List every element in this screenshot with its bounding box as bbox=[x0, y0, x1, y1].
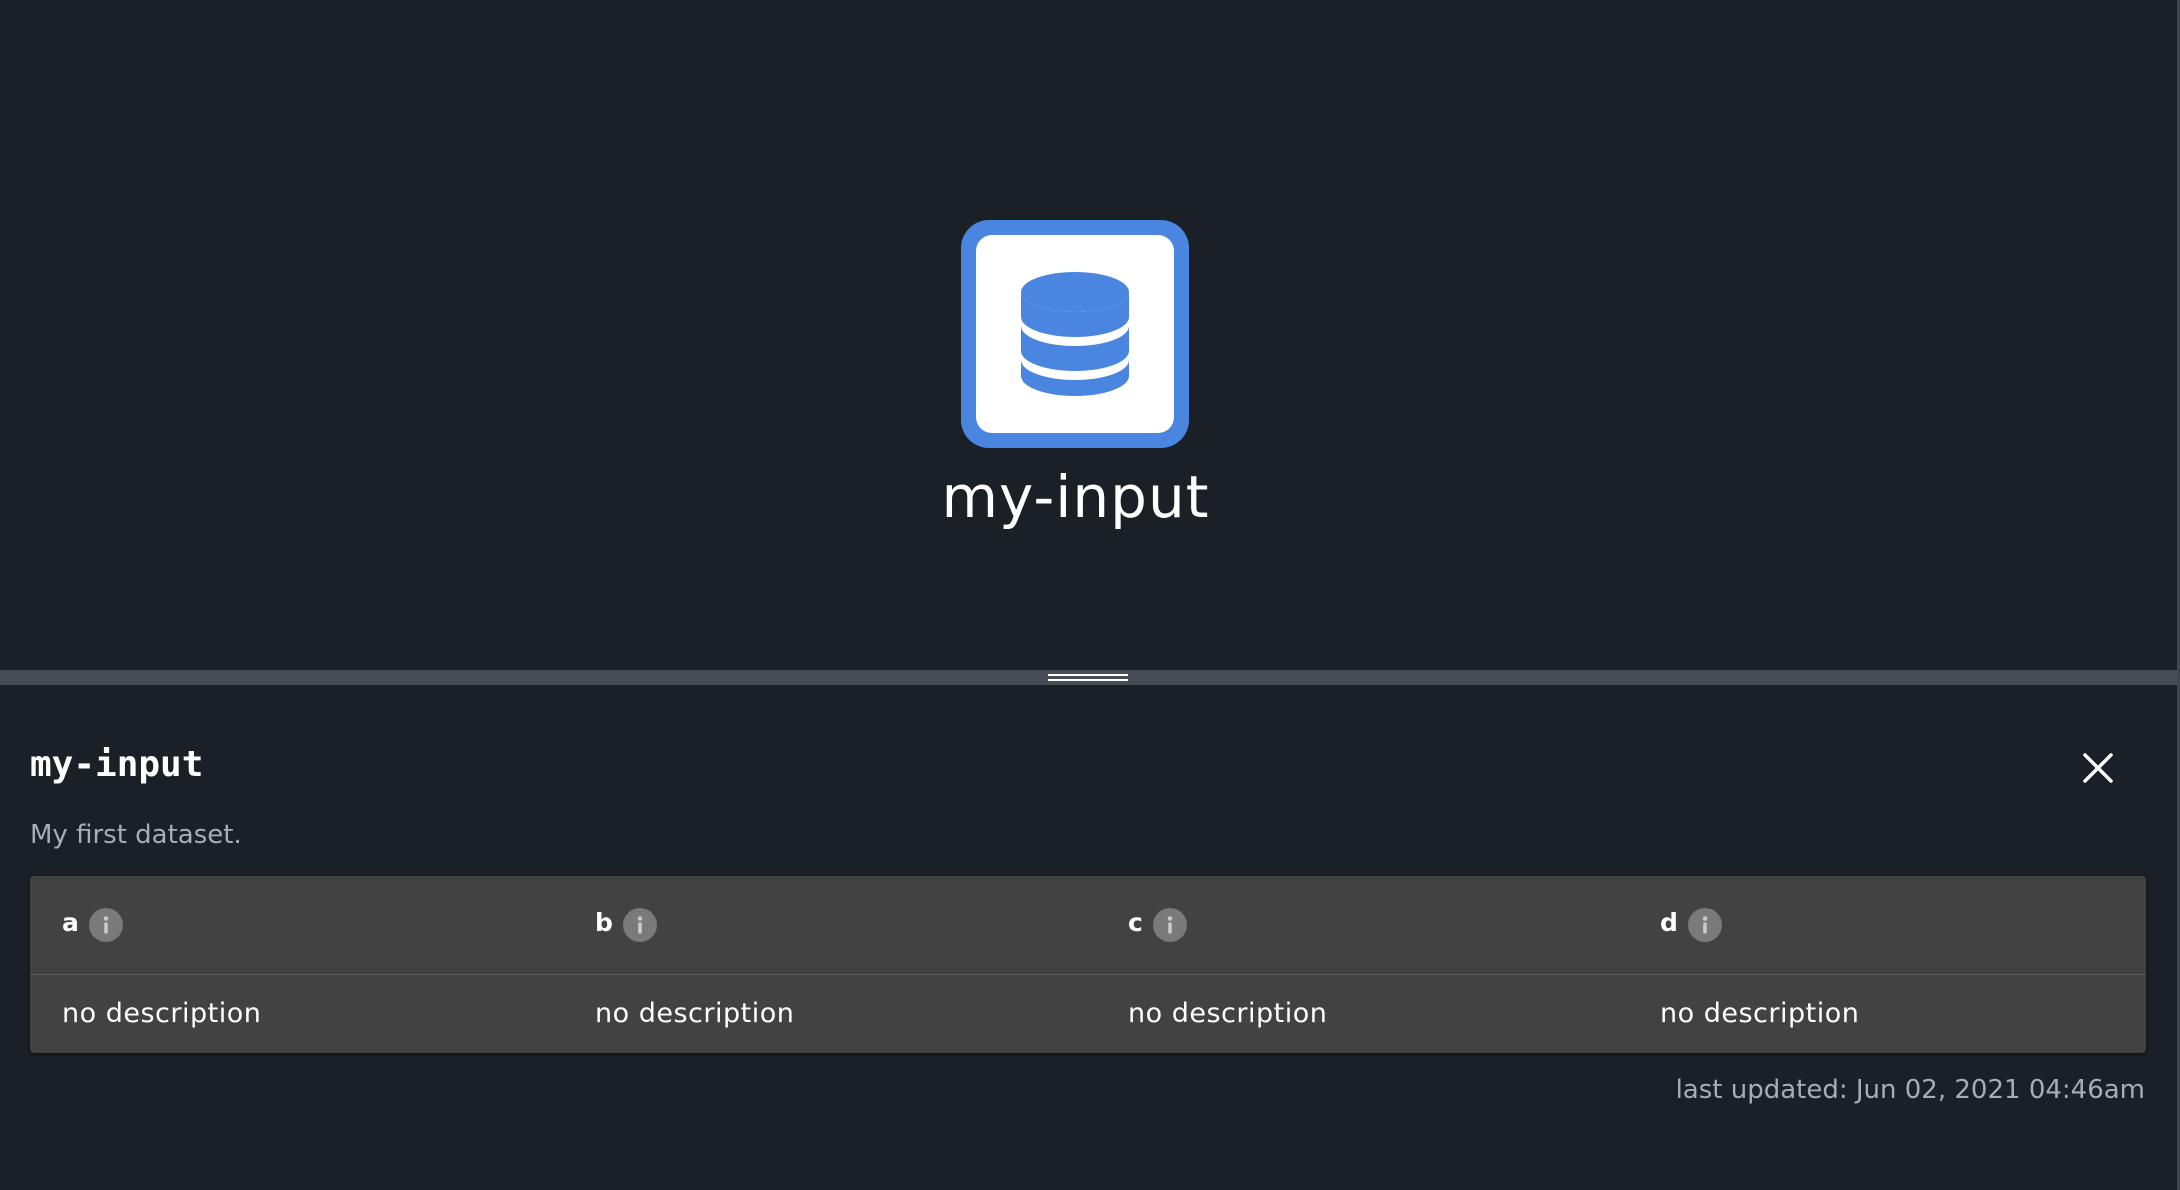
column-name: c bbox=[1128, 908, 1143, 937]
column-header-d: d bbox=[1660, 876, 1722, 974]
dataset-node[interactable] bbox=[961, 220, 1189, 448]
last-updated-text: last updated: Jun 02, 2021 04:46am bbox=[1675, 1075, 2145, 1105]
panel-title: my-input bbox=[30, 744, 204, 785]
column-name: b bbox=[595, 908, 613, 937]
column-description: no description bbox=[595, 998, 795, 1029]
column-description: no description bbox=[1660, 998, 1860, 1029]
schema-description-row: no description no description no descrip… bbox=[30, 975, 2146, 1053]
lineage-canvas[interactable]: my-input bbox=[0, 0, 2177, 670]
schema-table: a b c d no description no description no… bbox=[30, 876, 2146, 1053]
lineage-view: my-input my-input My first dataset. a b bbox=[0, 0, 2180, 1190]
schema-header-row: a b c d bbox=[30, 876, 2146, 975]
column-name: a bbox=[62, 908, 79, 937]
drag-handle-icon[interactable] bbox=[1048, 673, 1128, 682]
info-icon[interactable] bbox=[622, 908, 657, 942]
close-icon bbox=[2083, 753, 2113, 783]
column-header-b: b bbox=[595, 876, 657, 974]
info-icon[interactable] bbox=[1687, 908, 1722, 942]
dataset-node-label: my-input bbox=[941, 463, 1210, 531]
column-header-a: a bbox=[62, 876, 123, 974]
column-name: d bbox=[1660, 908, 1678, 937]
close-button[interactable] bbox=[2078, 748, 2118, 788]
column-header-c: c bbox=[1128, 876, 1187, 974]
panel-resize-splitter[interactable] bbox=[0, 670, 2177, 685]
database-icon bbox=[1021, 272, 1129, 396]
dataset-node-body[interactable] bbox=[976, 235, 1174, 433]
info-icon[interactable] bbox=[88, 908, 123, 942]
column-description: no description bbox=[62, 998, 262, 1029]
column-description: no description bbox=[1128, 998, 1328, 1029]
dataset-description: My first dataset. bbox=[30, 820, 242, 850]
info-icon[interactable] bbox=[1152, 908, 1187, 942]
